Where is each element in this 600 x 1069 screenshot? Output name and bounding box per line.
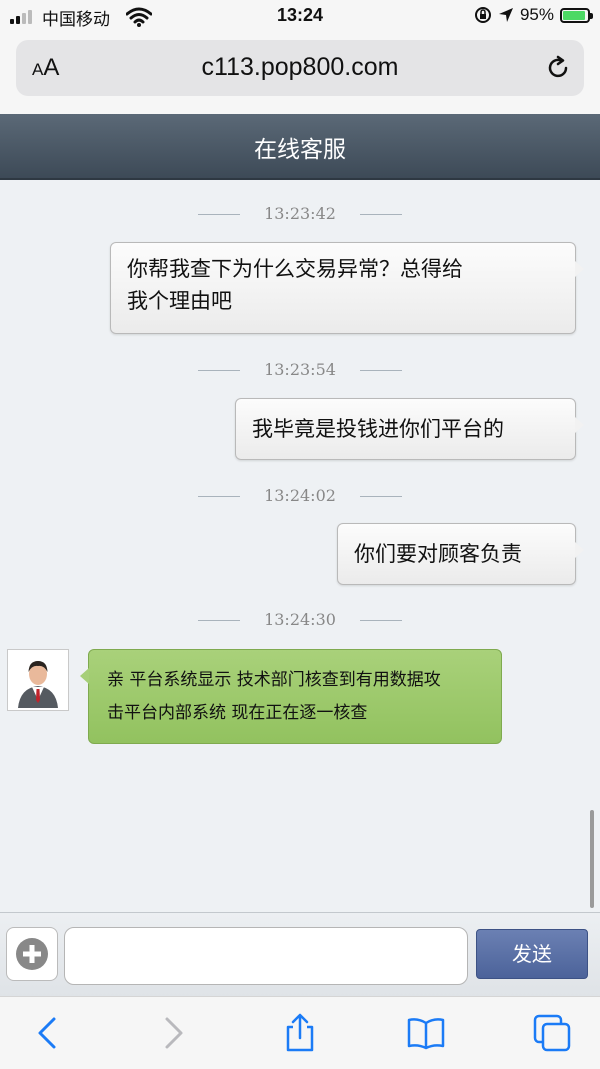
message-composer: 发送: [0, 912, 600, 997]
address-bar[interactable]: AA c113.pop800.com: [16, 40, 584, 96]
timestamp: 13:23:54: [0, 360, 600, 379]
avatar-icon: [7, 649, 69, 711]
message-input[interactable]: [64, 927, 468, 985]
attach-button[interactable]: [6, 927, 58, 981]
send-button[interactable]: 发送: [476, 929, 588, 979]
tabs-icon[interactable]: [532, 1013, 572, 1053]
location-icon: [498, 8, 513, 22]
back-icon[interactable]: [28, 1013, 68, 1053]
user-message: 你们要对顾客负责: [337, 523, 584, 585]
forward-icon[interactable]: [153, 1013, 193, 1053]
browser-toolbar: [0, 996, 600, 1069]
reload-icon[interactable]: [544, 54, 572, 82]
user-message: 我毕竟是投钱进你们平台的: [235, 398, 584, 460]
timestamp: 13:23:42: [0, 204, 600, 223]
scrollbar[interactable]: [590, 810, 594, 908]
timestamp: 13:24:30: [0, 610, 600, 629]
battery-icon: [560, 7, 593, 23]
agent-message: 亲 平台系统显示 技术部门核查到有用数据攻 击平台内部系统 现在正在逐一核查: [80, 649, 502, 744]
timestamp: 13:24:02: [0, 486, 600, 505]
url-text[interactable]: c113.pop800.com: [16, 53, 584, 82]
browser-bar: AA c113.pop800.com: [0, 34, 600, 114]
user-message: 你帮我查下为什么交易异常？总得给 我个理由吧: [110, 242, 584, 334]
chat-header: 在线客服: [0, 114, 600, 180]
lock-rotation-icon: [474, 7, 491, 23]
page-title: 在线客服: [254, 137, 346, 163]
battery-percent: 95%: [519, 5, 554, 24]
share-icon[interactable]: [280, 1013, 320, 1053]
bookmarks-icon[interactable]: [406, 1013, 446, 1053]
status-bar: 中国移动 13:24 95%: [0, 0, 600, 34]
plus-icon: [16, 938, 48, 970]
